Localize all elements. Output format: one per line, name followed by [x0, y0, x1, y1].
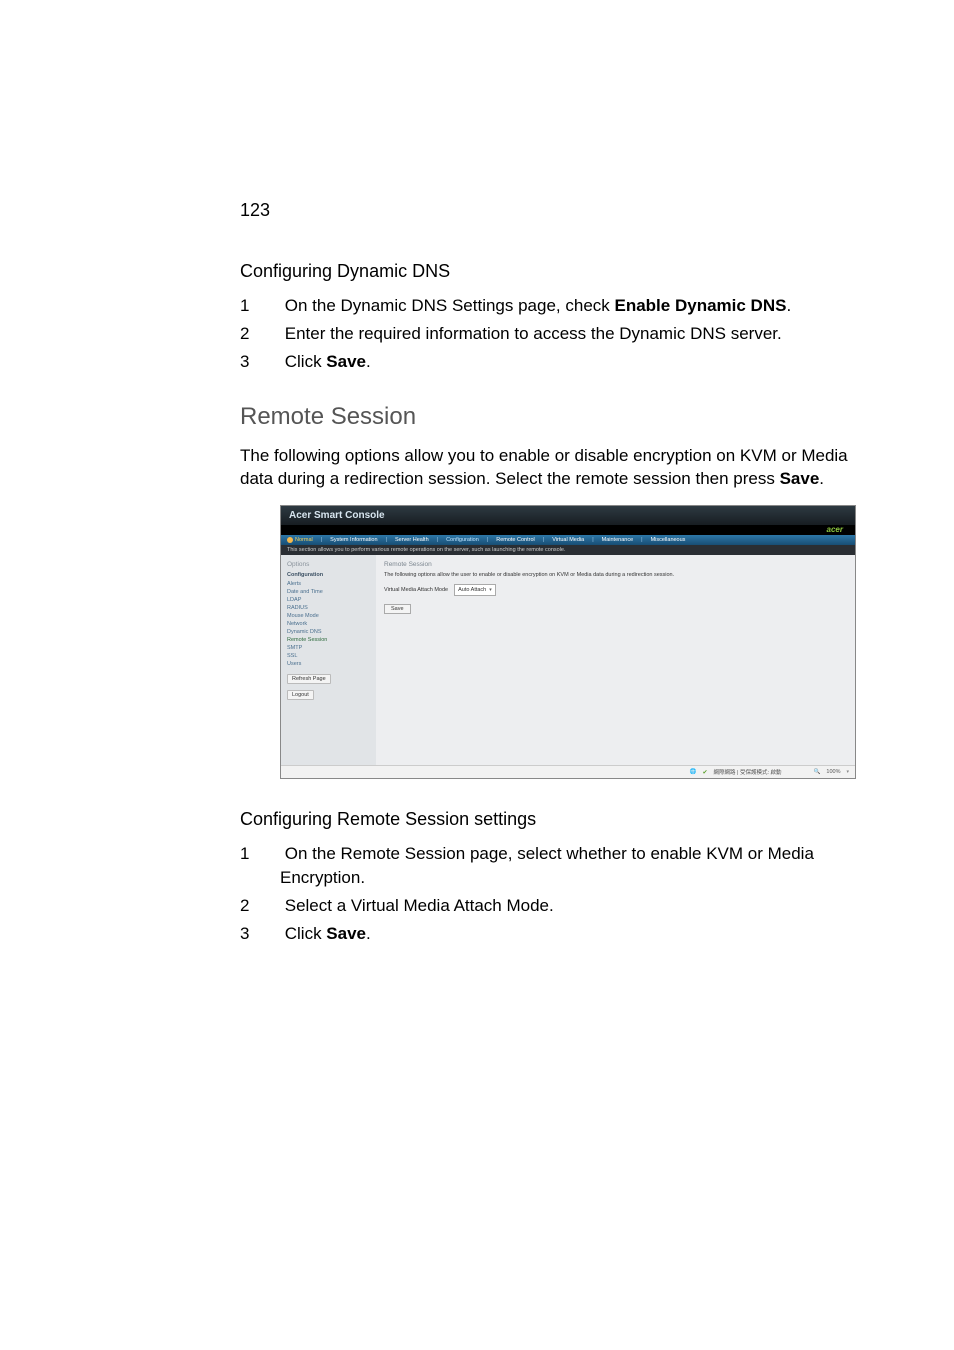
step-text-bold: Save	[326, 352, 366, 371]
select-value: Auto Attach	[458, 587, 486, 593]
status-text: 網際網路 | 受保護模式: 啟動	[714, 768, 782, 776]
step-item: On the Dynamic DNS Settings page, check …	[240, 294, 879, 318]
panel-description: The following options allow the user to …	[384, 572, 847, 578]
sidebar-item-date-time[interactable]: Date and Time	[287, 589, 370, 595]
sidebar: Options Configuration Alerts Date and Ti…	[281, 555, 376, 765]
form-row: Virtual Media Attach Mode Auto Attach ▾	[384, 584, 847, 596]
sidebar-item-dynamic-dns[interactable]: Dynamic DNS	[287, 629, 370, 635]
embedded-screenshot: Acer Smart Console acer Normal | System …	[280, 505, 856, 779]
step-item: Click Save.	[240, 350, 879, 374]
console-main: Options Configuration Alerts Date and Ti…	[281, 555, 855, 765]
heading-config-ddns: Configuring Dynamic DNS	[240, 261, 879, 282]
sidebar-item-remote-session[interactable]: Remote Session	[287, 637, 370, 643]
console-title: Acer Smart Console	[281, 506, 855, 525]
nav-tabs: Normal | System Information | Server Hea…	[281, 535, 855, 545]
steps-list-remote-session: On the Remote Session page, select wheth…	[240, 842, 879, 945]
chevron-down-icon: ▾	[846, 769, 849, 775]
zoom-icon: 🔍	[814, 769, 821, 775]
sidebar-category-configuration: Configuration	[287, 572, 370, 578]
tab-maintenance[interactable]: Maintenance	[602, 537, 634, 543]
step-text: On the Remote Session page, select wheth…	[280, 844, 814, 887]
tab-configuration[interactable]: Configuration	[446, 537, 479, 543]
tab-system-information[interactable]: System Information	[330, 537, 377, 543]
tab-normal[interactable]: Normal	[287, 537, 313, 543]
step-text: On the Dynamic DNS Settings page, check	[285, 296, 615, 315]
tab-miscellaneous[interactable]: Miscellaneous	[651, 537, 686, 543]
sidebar-item-smtp[interactable]: SMTP	[287, 645, 370, 651]
browser-status-bar: 🌐 ✔ 網際網路 | 受保護模式: 啟動 🔍 100% ▾	[281, 765, 855, 778]
sidebar-header-options: Options	[287, 561, 370, 568]
step-item: Click Save.	[240, 922, 879, 946]
step-text: .	[366, 352, 371, 371]
step-text: Click	[285, 924, 327, 943]
tab-server-health[interactable]: Server Health	[395, 537, 429, 543]
paragraph-text: .	[819, 469, 824, 488]
sidebar-item-alerts[interactable]: Alerts	[287, 581, 370, 587]
tab-label: Normal	[295, 537, 313, 543]
paragraph-text: The following options allow you to enabl…	[240, 446, 848, 488]
panel-title: Remote Session	[384, 561, 847, 568]
step-text: Select a Virtual Media Attach Mode.	[285, 896, 554, 915]
step-text-bold: Save	[326, 924, 366, 943]
virtual-media-attach-mode-select[interactable]: Auto Attach ▾	[454, 584, 496, 596]
step-item: Enter the required information to access…	[240, 322, 879, 346]
sidebar-item-ssl[interactable]: SSL	[287, 653, 370, 659]
sidebar-item-ldap[interactable]: LDAP	[287, 597, 370, 603]
step-text: Enter the required information to access…	[285, 324, 782, 343]
shield-icon: ✔	[702, 769, 707, 776]
sidebar-item-mouse-mode[interactable]: Mouse Mode	[287, 613, 370, 619]
step-text: .	[366, 924, 371, 943]
refresh-page-button[interactable]: Refresh Page	[287, 674, 331, 684]
step-item: Select a Virtual Media Attach Mode.	[240, 894, 879, 918]
document-page: 123 Configuring Dynamic DNS On the Dynam…	[0, 0, 954, 1035]
logout-button[interactable]: Logout	[287, 690, 314, 700]
tab-virtual-media[interactable]: Virtual Media	[552, 537, 584, 543]
content-panel: Remote Session The following options all…	[376, 555, 855, 765]
step-text-bold: Enable Dynamic DNS	[615, 296, 787, 315]
section-description: This section allows you to perform vario…	[281, 545, 855, 555]
internet-icon: 🌐	[690, 769, 697, 775]
steps-list-ddns: On the Dynamic DNS Settings page, check …	[240, 294, 879, 373]
paragraph-text-bold: Save	[780, 469, 820, 488]
warning-icon	[287, 537, 293, 543]
heading-remote-session: Remote Session	[240, 403, 879, 431]
acer-logo: acer	[827, 525, 843, 534]
heading-config-remote-session: Configuring Remote Session settings	[240, 809, 879, 830]
logo-bar: acer	[281, 525, 855, 535]
zoom-level: 100%	[826, 769, 840, 775]
sidebar-item-users[interactable]: Users	[287, 661, 370, 667]
paragraph-remote-session: The following options allow you to enabl…	[240, 445, 879, 491]
step-text: Click	[285, 352, 327, 371]
tab-remote-control[interactable]: Remote Control	[496, 537, 535, 543]
step-item: On the Remote Session page, select wheth…	[240, 842, 879, 890]
field-label-virtual-media: Virtual Media Attach Mode	[384, 587, 448, 593]
save-button[interactable]: Save	[384, 604, 411, 614]
sidebar-item-radius[interactable]: RADIUS	[287, 605, 370, 611]
chevron-down-icon: ▾	[489, 587, 492, 593]
page-number: 123	[240, 200, 879, 221]
sidebar-item-network[interactable]: Network	[287, 621, 370, 627]
step-text: .	[786, 296, 791, 315]
